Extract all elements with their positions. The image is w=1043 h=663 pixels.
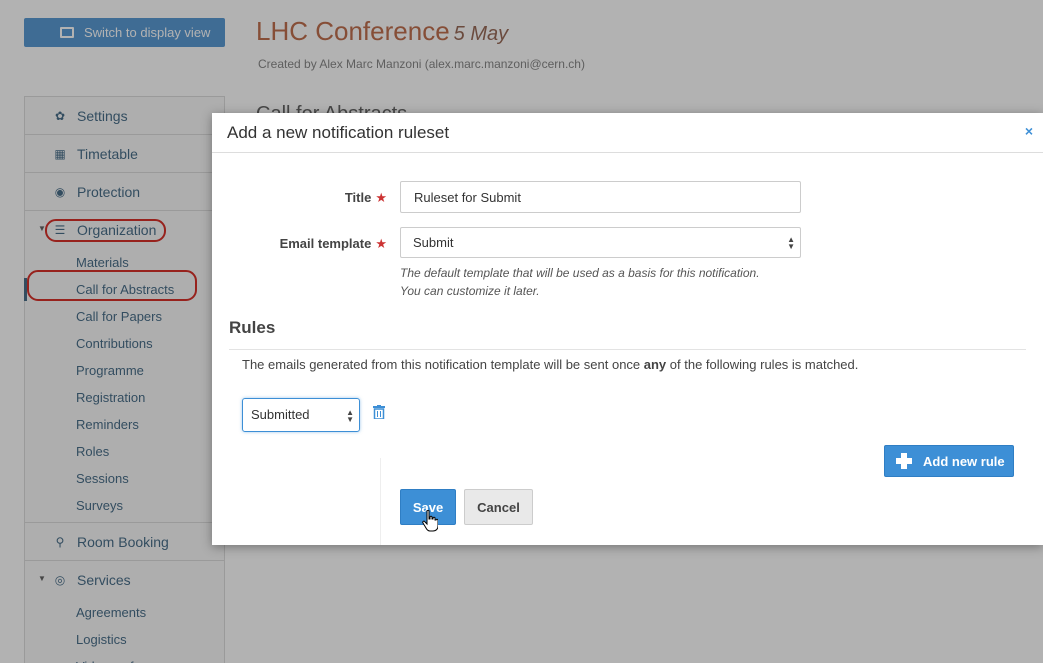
cancel-button[interactable]: Cancel bbox=[464, 489, 533, 525]
title-label: Title ★ bbox=[344, 190, 387, 205]
hand-cursor-icon bbox=[422, 510, 438, 532]
rule-condition-select[interactable]: Submitted ▲ ▼ bbox=[242, 398, 360, 432]
rules-heading: Rules bbox=[229, 318, 276, 337]
rules-description: The emails generated from this notificat… bbox=[242, 357, 859, 372]
dialog-header: Add a new notification ruleset × bbox=[212, 113, 1043, 153]
rules-divider bbox=[229, 349, 1026, 350]
email-template-value: Submit bbox=[413, 235, 454, 250]
add-new-rule-button[interactable]: Add new rule bbox=[884, 445, 1014, 477]
plus-icon bbox=[896, 453, 912, 469]
required-star-icon: ★ bbox=[375, 236, 387, 251]
rule-condition-value: Submitted bbox=[251, 407, 310, 422]
email-template-select[interactable]: Submit ▲ ▼ bbox=[400, 227, 801, 258]
notification-ruleset-dialog: Add a new notification ruleset × Title ★ … bbox=[212, 113, 1043, 545]
email-template-label: Email template ★ bbox=[279, 236, 387, 251]
select-arrows-icon: ▲ ▼ bbox=[346, 408, 354, 424]
required-star-icon: ★ bbox=[375, 190, 387, 205]
select-arrows-icon: ▲ ▼ bbox=[787, 235, 795, 251]
title-input[interactable] bbox=[400, 181, 801, 213]
footer-divider bbox=[380, 458, 381, 545]
template-help-text: The default template that will be used a… bbox=[400, 266, 760, 298]
dialog-title: Add a new notification ruleset bbox=[227, 122, 450, 142]
trash-icon[interactable] bbox=[373, 405, 385, 419]
close-icon[interactable]: × bbox=[1025, 123, 1033, 139]
add-new-rule-label: Add new rule bbox=[923, 453, 1005, 469]
